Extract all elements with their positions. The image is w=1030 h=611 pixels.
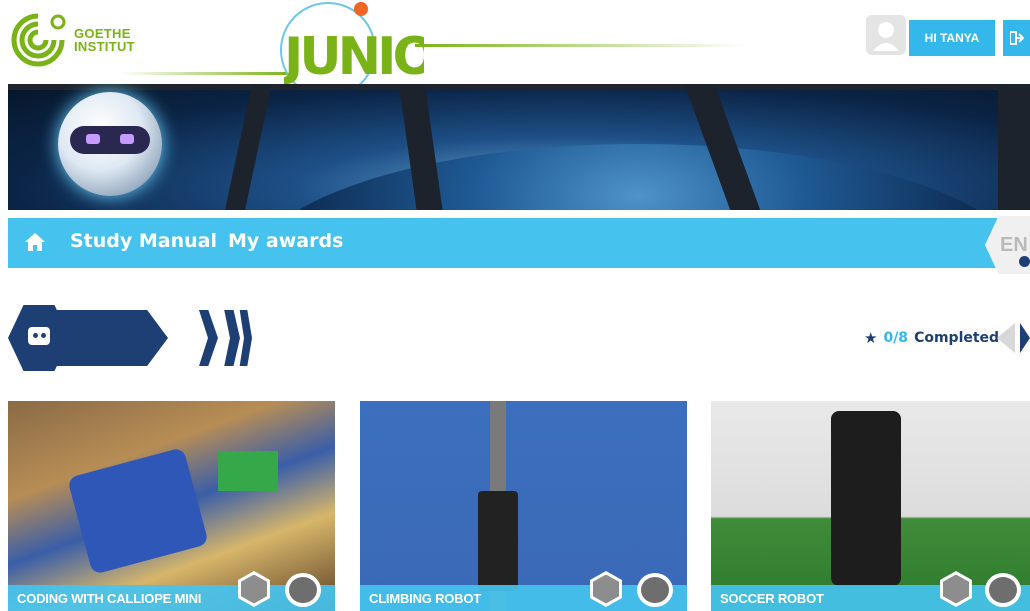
breadboard [218,451,278,491]
svg-text:JUNIOR: JUNIOR [284,27,424,86]
junior-logo-dot [354,2,368,16]
hero-banner [8,84,1030,214]
brand-swoosh-right [415,44,745,47]
robot-icon-eye [41,333,46,338]
award-badge-icon [637,573,673,607]
course-card[interactable]: CLIMBING ROBOT [360,401,687,611]
course-card[interactable]: CODING WITH CALLIOPE MINI [8,401,335,611]
home-button[interactable] [24,232,48,254]
award-badge-icon [985,573,1021,607]
user-avatar[interactable] [866,15,906,55]
card-title: CLIMBING ROBOT [369,591,482,606]
earth-image [248,144,1028,214]
robot-visor [70,126,150,154]
robot-eye [120,134,134,144]
main-nav: Study Manual My awards [8,218,1030,268]
window-frame [8,84,1030,90]
user-icon [873,22,899,51]
completed-label: Completed [914,330,1000,346]
next-arrow-icon[interactable] [1020,323,1030,353]
star-icon: ★ [864,329,878,347]
language-label[interactable]: EN [1000,234,1028,257]
course-card[interactable]: SOCCER ROBOT [711,401,1030,611]
banner-divider [8,210,1030,215]
logout-button[interactable] [1003,20,1030,56]
nav-study-manual[interactable]: Study Manual [70,230,217,252]
brand-swoosh-left [120,72,290,75]
card-title: CODING WITH CALLIOPE MINI [17,591,202,606]
home-icon [25,233,45,251]
logo-line-2: INSTITUT [74,39,135,54]
climbing-robot [478,491,518,591]
card-image-climbing [360,401,687,611]
logout-icon [1009,31,1024,45]
window-strut [224,84,272,214]
window-strut [998,84,1030,214]
completed-count: 0/8 [883,330,909,346]
progress-chevrons [8,305,252,371]
award-badge-icon [285,573,321,607]
goethe-logo-icon [11,13,66,67]
chevron-down-icon[interactable] [1019,256,1030,267]
header: GOETHE INSTITUT JUNIOR HI TANYA [0,0,1030,98]
card-title: SOCCER ROBOT [720,591,824,606]
robot-icon-eye [33,333,38,338]
robot-eye [86,134,100,144]
user-greeting-button[interactable]: HI TANYA [909,20,995,56]
completion-status: ★ 0/8 Completed [864,329,999,347]
soccer-robot [831,411,901,586]
goethe-logo[interactable]: GOETHE INSTITUT [8,10,135,70]
robot-icon [28,327,50,345]
junior-wordmark: JUNIOR [284,27,424,86]
previous-arrow-icon[interactable] [997,323,1015,353]
nav-my-awards[interactable]: My awards [228,230,343,252]
